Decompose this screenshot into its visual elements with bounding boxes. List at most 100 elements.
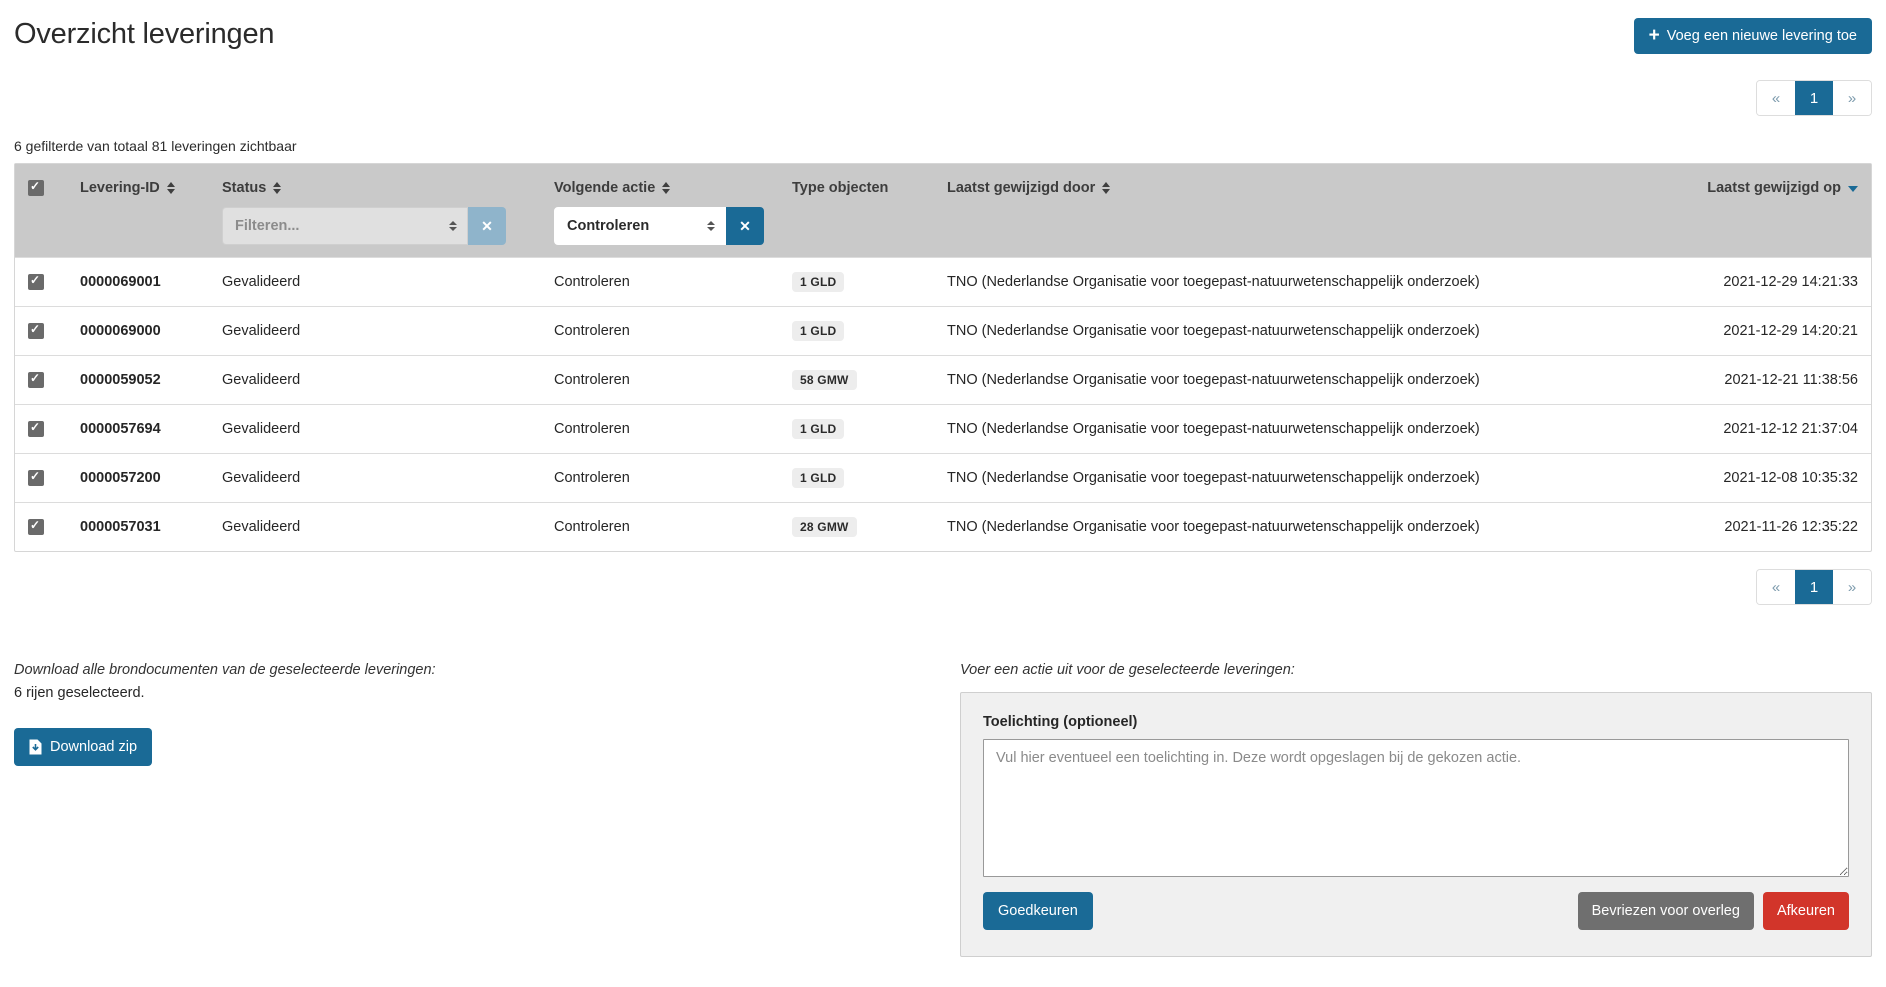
row-cell-levering-id[interactable]: 0000069001 bbox=[67, 258, 209, 307]
volgende-actie-filter-group: Controleren ✕ bbox=[554, 207, 766, 245]
row-checkbox[interactable]: ✓ bbox=[28, 323, 44, 339]
header-cell-status: Status Filteren... ✕ bbox=[209, 164, 541, 258]
type-objecten-badge: 1 GLD bbox=[792, 272, 844, 292]
row-cell-volgende-actie: Controleren bbox=[541, 258, 779, 307]
type-objecten-badge: 1 GLD bbox=[792, 419, 844, 439]
header-cell-levering-id: Levering-ID bbox=[67, 164, 209, 258]
select-caret-icon bbox=[449, 221, 457, 231]
header-cell-laatst-gewijzigd-door: Laatst gewijzigd door bbox=[934, 164, 1653, 258]
row-cell-levering-id[interactable]: 0000057031 bbox=[67, 503, 209, 552]
row-cell-checkbox: ✓ bbox=[15, 356, 67, 405]
row-cell-status: Gevalideerd bbox=[209, 503, 541, 552]
check-icon: ✓ bbox=[30, 420, 40, 434]
check-icon: ✓ bbox=[30, 469, 40, 483]
row-cell-laatst-gewijzigd-door: TNO (Nederlandse Organisatie voor toegep… bbox=[934, 307, 1653, 356]
row-cell-type-objecten: 58 GMW bbox=[779, 356, 934, 405]
page-number-current[interactable]: 1 bbox=[1795, 81, 1833, 115]
page-title: Overzicht leveringen bbox=[14, 18, 274, 51]
download-section: Download alle brondocumenten van de gese… bbox=[14, 662, 960, 766]
action-section: Voer een actie uit voor de geselecteerde… bbox=[960, 662, 1872, 957]
sort-desc-icon bbox=[1848, 186, 1858, 192]
type-objecten-badge: 1 GLD bbox=[792, 321, 844, 341]
toelichting-textarea[interactable] bbox=[983, 739, 1849, 877]
row-cell-type-objecten: 28 GMW bbox=[779, 503, 934, 552]
prev-page-icon[interactable]: « bbox=[1757, 570, 1795, 604]
volgende-actie-filter-select[interactable]: Controleren bbox=[554, 207, 726, 245]
table-row[interactable]: ✓ 0000057200 Gevalideerd Controleren 1 G… bbox=[15, 454, 1871, 503]
download-zip-button[interactable]: Download zip bbox=[14, 728, 152, 766]
deliveries-table-wrap: ✓ Levering-ID Status bbox=[14, 163, 1872, 552]
download-zip-label: Download zip bbox=[50, 737, 137, 757]
add-delivery-button[interactable]: + Voeg een nieuwe levering toe bbox=[1634, 18, 1872, 54]
header-cell-laatst-gewijzigd-op: Laatst gewijzigd op bbox=[1653, 164, 1871, 258]
header-cell-type-objecten: Type objecten bbox=[779, 164, 934, 258]
table-row[interactable]: ✓ 0000057694 Gevalideerd Controleren 1 G… bbox=[15, 405, 1871, 454]
row-cell-volgende-actie: Controleren bbox=[541, 503, 779, 552]
row-cell-laatst-gewijzigd-op: 2021-12-29 14:21:33 bbox=[1653, 258, 1871, 307]
row-cell-laatst-gewijzigd-op: 2021-12-21 11:38:56 bbox=[1653, 356, 1871, 405]
row-checkbox[interactable]: ✓ bbox=[28, 274, 44, 290]
row-cell-checkbox: ✓ bbox=[15, 405, 67, 454]
row-cell-laatst-gewijzigd-op: 2021-11-26 12:35:22 bbox=[1653, 503, 1871, 552]
row-cell-status: Gevalideerd bbox=[209, 307, 541, 356]
row-cell-type-objecten: 1 GLD bbox=[779, 307, 934, 356]
row-checkbox[interactable]: ✓ bbox=[28, 470, 44, 486]
row-checkbox[interactable]: ✓ bbox=[28, 421, 44, 437]
add-delivery-button-label: Voeg een nieuwe levering toe bbox=[1667, 26, 1857, 46]
row-cell-levering-id[interactable]: 0000057694 bbox=[67, 405, 209, 454]
type-objecten-badge: 28 GMW bbox=[792, 517, 857, 537]
next-page-icon[interactable]: » bbox=[1833, 81, 1871, 115]
row-cell-volgende-actie: Controleren bbox=[541, 405, 779, 454]
column-label-status[interactable]: Status bbox=[222, 180, 528, 196]
type-objecten-badge: 1 GLD bbox=[792, 468, 844, 488]
status-filter-placeholder: Filteren... bbox=[235, 218, 299, 234]
bottom-section: Download alle brondocumenten van de gese… bbox=[14, 662, 1872, 957]
row-checkbox[interactable]: ✓ bbox=[28, 519, 44, 535]
status-filter-clear-button[interactable]: ✕ bbox=[468, 207, 506, 245]
status-filter-group: Filteren... ✕ bbox=[222, 207, 528, 245]
row-cell-levering-id[interactable]: 0000069000 bbox=[67, 307, 209, 356]
topbar: Overzicht leveringen + Voeg een nieuwe l… bbox=[14, 18, 1872, 54]
row-cell-status: Gevalideerd bbox=[209, 258, 541, 307]
row-cell-status: Gevalideerd bbox=[209, 405, 541, 454]
row-cell-laatst-gewijzigd-op: 2021-12-08 10:35:32 bbox=[1653, 454, 1871, 503]
row-cell-status: Gevalideerd bbox=[209, 454, 541, 503]
table-row[interactable]: ✓ 0000057031 Gevalideerd Controleren 28 … bbox=[15, 503, 1871, 552]
row-checkbox[interactable]: ✓ bbox=[28, 372, 44, 388]
row-cell-checkbox: ✓ bbox=[15, 454, 67, 503]
prev-page-icon[interactable]: « bbox=[1757, 81, 1795, 115]
page: Overzicht leveringen + Voeg een nieuwe l… bbox=[0, 0, 1886, 987]
next-page-icon[interactable]: » bbox=[1833, 570, 1871, 604]
row-cell-checkbox: ✓ bbox=[15, 307, 67, 356]
row-cell-checkbox: ✓ bbox=[15, 503, 67, 552]
column-label-laatst-gewijzigd-op[interactable]: Laatst gewijzigd op bbox=[1666, 180, 1858, 196]
table-header-row: ✓ Levering-ID Status bbox=[15, 164, 1871, 258]
toelichting-label: Toelichting (optioneel) bbox=[983, 714, 1849, 730]
column-label-levering-id[interactable]: Levering-ID bbox=[80, 180, 196, 196]
row-cell-levering-id[interactable]: 0000057200 bbox=[67, 454, 209, 503]
type-objecten-badge: 58 GMW bbox=[792, 370, 857, 390]
row-cell-checkbox: ✓ bbox=[15, 258, 67, 307]
pagination-bottom: « 1 » bbox=[1756, 569, 1872, 605]
table-row[interactable]: ✓ 0000069001 Gevalideerd Controleren 1 G… bbox=[15, 258, 1871, 307]
volgende-actie-filter-value: Controleren bbox=[567, 218, 649, 234]
action-panel: Toelichting (optioneel) Goedkeuren Bevri… bbox=[960, 692, 1872, 957]
row-cell-levering-id[interactable]: 0000059052 bbox=[67, 356, 209, 405]
action-buttons-row: Goedkeuren Bevriezen voor overleg Afkeur… bbox=[983, 892, 1849, 930]
freeze-button[interactable]: Bevriezen voor overleg bbox=[1578, 892, 1754, 930]
table-row[interactable]: ✓ 0000069000 Gevalideerd Controleren 1 G… bbox=[15, 307, 1871, 356]
volgende-actie-filter-clear-button[interactable]: ✕ bbox=[726, 207, 764, 245]
column-label-laatst-gewijzigd-door[interactable]: Laatst gewijzigd door bbox=[947, 180, 1640, 196]
clear-filter-icon: ✕ bbox=[739, 218, 751, 235]
page-number-current[interactable]: 1 bbox=[1795, 570, 1833, 604]
table-row[interactable]: ✓ 0000059052 Gevalideerd Controleren 58 … bbox=[15, 356, 1871, 405]
approve-button[interactable]: Goedkeuren bbox=[983, 892, 1093, 930]
sort-icon bbox=[1102, 182, 1110, 194]
column-label-volgende-actie[interactable]: Volgende actie bbox=[554, 180, 766, 196]
check-icon: ✓ bbox=[30, 273, 40, 287]
row-cell-volgende-actie: Controleren bbox=[541, 307, 779, 356]
status-filter-select[interactable]: Filteren... bbox=[222, 207, 468, 245]
row-cell-laatst-gewijzigd-door: TNO (Nederlandse Organisatie voor toegep… bbox=[934, 405, 1653, 454]
reject-button[interactable]: Afkeuren bbox=[1763, 892, 1849, 930]
select-all-checkbox[interactable]: ✓ bbox=[28, 180, 44, 196]
